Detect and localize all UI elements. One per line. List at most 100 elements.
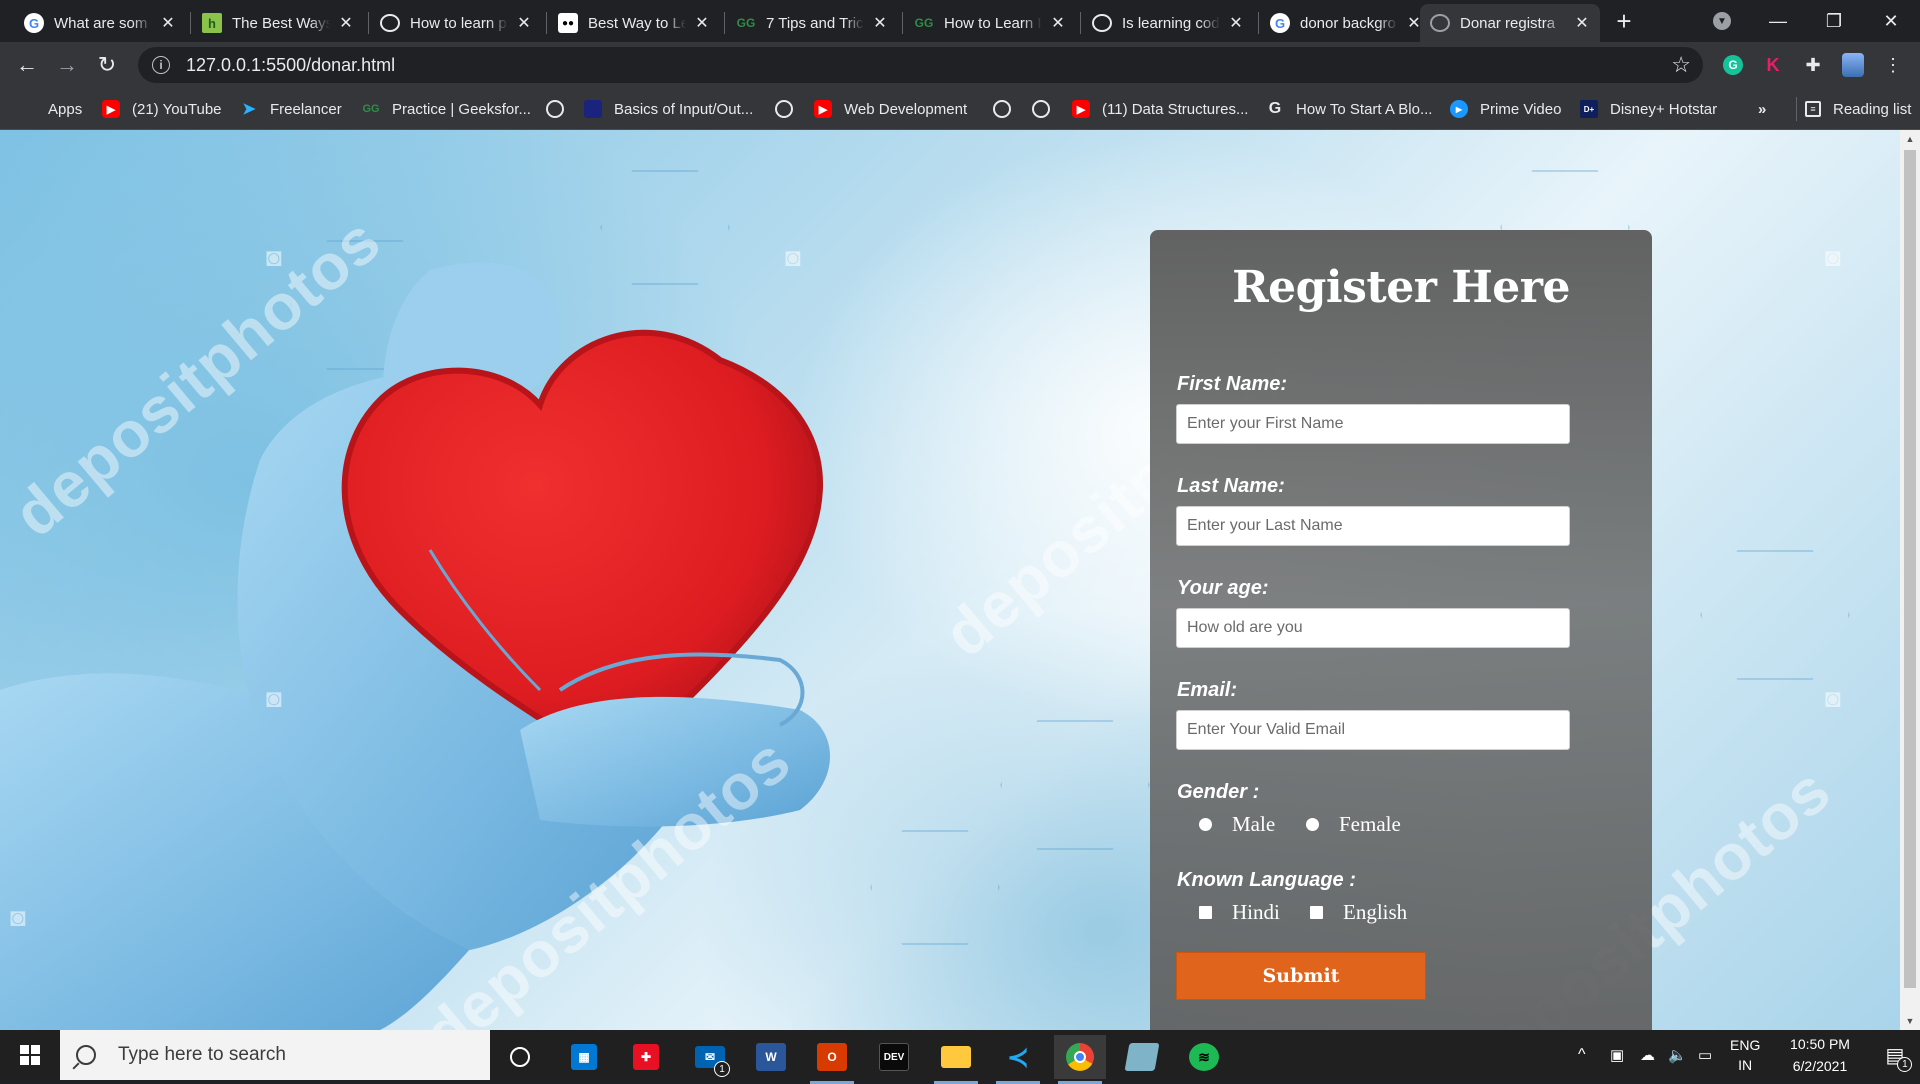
microsoft-store-icon[interactable]: ▦ [558,1035,610,1079]
female-radio[interactable] [1306,818,1319,831]
bookmark-freelancer[interactable]: ➤ Freelancer [240,97,341,121]
bookmark-data-structures[interactable]: ▶ (11) Data Structures... [1072,97,1248,121]
input-language[interactable]: ENG IN [1730,1030,1760,1080]
tab-8-active[interactable]: Donar registra ✕ [1420,4,1600,42]
tab-search-icon[interactable]: ▼ [1694,0,1750,42]
bookmark-label: Practice | Geeksfor... [392,100,531,118]
hindi-checkbox[interactable] [1199,906,1212,919]
tab-0[interactable]: G What are som ✕ [14,4,186,42]
english-checkbox[interactable] [1310,906,1323,919]
clock[interactable]: 10:50 PM 6/2/2021 [1780,1030,1860,1080]
last-name-input[interactable] [1176,506,1570,546]
bookmark-hotstar[interactable]: D+ Disney+ Hotstar [1580,97,1717,121]
vscode-icon[interactable]: ≺ [992,1035,1044,1084]
bookmark-globe-3[interactable] [993,97,1023,121]
forward-icon[interactable]: → [52,50,82,80]
scroll-up-icon[interactable]: ▲ [1905,134,1915,144]
bookmark-basics-io[interactable]: Basics of Input/Out... [584,97,753,121]
extensions-puzzle-icon[interactable]: ✚ [1800,52,1826,78]
site-info-icon[interactable]: i [152,56,170,74]
close-tab-icon[interactable]: ✕ [872,13,888,33]
bookmark-globe-4[interactable] [1032,97,1062,121]
site-icon [584,100,602,118]
minimize-icon[interactable]: ― [1750,0,1806,42]
tab-3[interactable]: ●● Best Way to Le ✕ [548,4,720,42]
scroll-down-icon[interactable]: ▼ [1905,1016,1915,1026]
new-tab-button[interactable]: + [1610,8,1638,36]
close-tab-icon[interactable]: ✕ [516,13,532,33]
taskbar-search[interactable]: Type here to search [60,1030,490,1080]
tab-7[interactable]: G donor backgro ✕ [1260,4,1432,42]
restore-icon[interactable]: ❐ [1806,0,1862,42]
tab-title: donor backgro [1300,14,1396,32]
address-bar[interactable]: i 127.0.0.1:5500/donar.html ☆ [138,47,1703,83]
mail-icon[interactable]: ✉ 1 [684,1035,736,1079]
page-scrollbar[interactable]: ▲ ▼ [1900,130,1920,1030]
gift-icon[interactable]: ✚ [620,1035,672,1079]
close-tab-icon[interactable]: ✕ [1050,13,1066,33]
battery-icon[interactable]: ▭ [1698,1030,1712,1080]
tab-6[interactable]: Is learning cod ✕ [1082,4,1254,42]
close-tab-icon[interactable]: ✕ [1574,13,1590,33]
age-input[interactable] [1176,608,1570,648]
language-hindi-option[interactable]: Hindi [1199,900,1280,925]
scrollbar-thumb[interactable] [1904,150,1916,988]
dev-icon[interactable]: DEV [868,1035,920,1079]
globe-icon [1092,14,1112,32]
more-bookmarks-icon[interactable]: » [1758,97,1766,121]
bookmark-label: Basics of Input/Out... [614,100,754,118]
gender-male-option[interactable]: Male [1199,812,1275,837]
tab-5[interactable]: GG How to Learn I ✕ [904,4,1076,42]
close-tab-icon[interactable]: ✕ [694,13,710,33]
start-button[interactable] [0,1030,60,1080]
word-icon[interactable]: W [745,1035,797,1079]
bookmark-web-development[interactable]: ▶ Web Development [814,97,967,121]
volume-icon[interactable]: 🔈 [1668,1030,1687,1080]
submit-button[interactable]: Submit [1176,952,1426,1000]
spotify-icon[interactable]: ≋ [1178,1035,1230,1079]
meet-icon[interactable]: ▣ [1610,1030,1624,1080]
extension-k-icon[interactable]: K [1760,52,1786,78]
globe-icon [1032,100,1050,118]
reload-icon[interactable]: ↻ [92,50,122,80]
bookmark-globe-1[interactable] [546,97,576,121]
reading-list[interactable]: ≡ Reading list [1796,97,1911,121]
profile-avatar[interactable] [1840,52,1866,78]
email-input[interactable] [1176,710,1570,750]
male-radio[interactable] [1199,818,1212,831]
google-icon: G [1270,13,1290,33]
bookmark-apps[interactable]: Apps [20,97,82,121]
file-explorer-icon[interactable] [930,1035,982,1084]
close-tab-icon[interactable]: ✕ [160,13,176,33]
back-icon[interactable]: ← [12,50,42,80]
show-hidden-icons[interactable]: ^ [1578,1030,1586,1080]
tab-4[interactable]: GG 7 Tips and Tric ✕ [726,4,898,42]
bookmark-youtube[interactable]: ▶ (21) YouTube [102,97,222,121]
bookmark-star-icon[interactable]: ☆ [1671,52,1691,78]
bookmark-blog[interactable]: G How To Start A Blo... [1266,97,1433,121]
grammarly-icon[interactable]: G [1720,52,1746,78]
onedrive-icon[interactable]: ☁ [1640,1030,1655,1080]
tab-title: How to Learn I [944,14,1042,32]
first-name-input[interactable] [1176,404,1570,444]
close-tab-icon[interactable]: ✕ [1228,13,1244,33]
office-icon[interactable]: O [806,1035,858,1084]
tab-1[interactable]: h The Best Ways ✕ [192,4,364,42]
first-name-label: First Name: [1177,373,1288,395]
bookmark-label: Web Development [844,100,968,118]
bookmark-geeksforgeeks[interactable]: GG Practice | Geeksfor... [362,97,531,121]
notepad-icon[interactable] [1116,1035,1168,1079]
chrome-icon[interactable] [1054,1035,1106,1084]
bookmark-globe-2[interactable] [775,97,805,121]
notification-center-icon[interactable]: ▤ 1 [1870,1030,1920,1080]
cortana-icon[interactable] [494,1035,546,1079]
bookmark-prime-video[interactable]: ▶ Prime Video [1450,97,1561,121]
menu-kebab-icon[interactable]: ⋮ [1880,52,1906,78]
camera-icon: ◙ [1825,242,1841,272]
tab-2[interactable]: How to learn p ✕ [370,4,542,42]
close-window-icon[interactable]: ✕ [1862,0,1920,42]
language-english-option[interactable]: English [1310,900,1407,925]
tab-title: How to learn p [410,14,507,32]
close-tab-icon[interactable]: ✕ [338,13,354,33]
gender-female-option[interactable]: Female [1306,812,1401,837]
